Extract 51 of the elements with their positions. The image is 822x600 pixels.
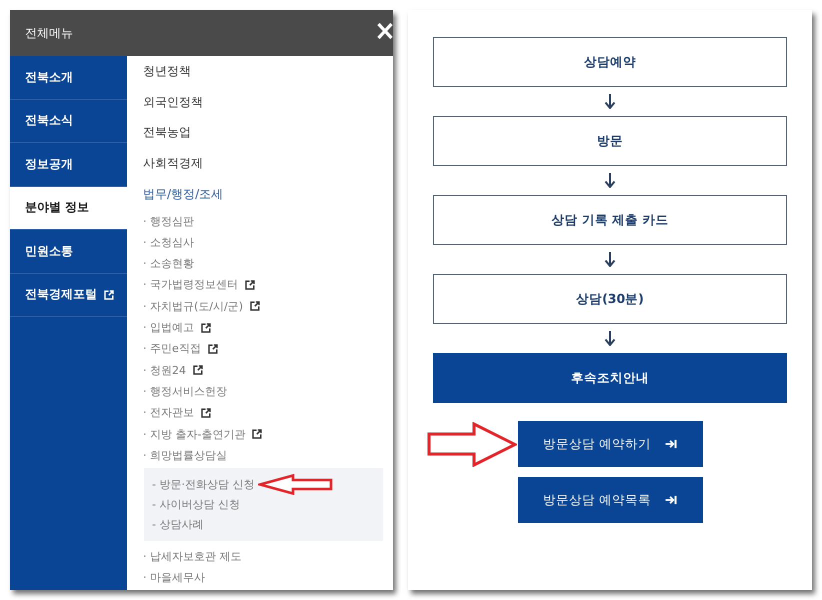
external-link-icon xyxy=(201,408,211,418)
sidebar-item[interactable]: 민원소통 xyxy=(10,230,127,274)
sidebar-item[interactable]: 분야별 정보 xyxy=(10,186,127,230)
submenu-link[interactable]: - 사이버상담 신청 xyxy=(152,496,240,512)
arrow-to-bar-icon xyxy=(665,495,677,505)
sidebar-item[interactable]: 전북소식 xyxy=(10,100,127,143)
submenu-link[interactable]: · 자치법규(도/시/군) xyxy=(143,298,260,314)
submenu-link[interactable]: · 지방 출자-출연기관 xyxy=(143,426,262,442)
close-button[interactable] xyxy=(377,22,393,40)
down-arrow-icon xyxy=(604,252,616,267)
flow-step: 후속조치안내 xyxy=(433,353,787,403)
submenu-link[interactable]: · 소송현황 xyxy=(143,256,194,272)
down-arrow-icon xyxy=(604,94,616,109)
submenu-link[interactable]: · 행정서비스헌장 xyxy=(143,384,227,399)
submenu-link[interactable]: · 마을세무사 xyxy=(143,570,205,586)
submenu-link[interactable]: · 행정심판 xyxy=(143,214,194,229)
menu-link[interactable]: 법무/행정/조세 xyxy=(143,178,224,210)
flow-step: 상담예약 xyxy=(433,37,787,87)
external-link-icon xyxy=(252,429,262,440)
menu-link[interactable]: 청년정책 xyxy=(143,56,191,87)
reservation-button[interactable]: 방문상담 예약목록 xyxy=(518,477,702,523)
flow-step: 상담(30분) xyxy=(433,274,787,324)
reservation-button[interactable]: 방문상담 예약하기 xyxy=(518,421,702,467)
submenu-link[interactable]: · 소청심사 xyxy=(143,234,194,250)
external-link-icon xyxy=(193,365,203,376)
flow-step: 방문 xyxy=(433,116,787,166)
external-link-icon xyxy=(208,344,218,354)
menu-link[interactable]: 외국인정책 xyxy=(143,86,203,118)
down-arrow-icon xyxy=(604,331,616,346)
sidebar-item[interactable]: 전북경제포털 xyxy=(10,274,127,317)
external-link-icon xyxy=(104,290,114,300)
submenu-link[interactable]: · 주민e직접 xyxy=(143,341,218,356)
submenu-link[interactable]: - 방문·전화상담 신청 xyxy=(152,476,254,492)
sidebar-item[interactable]: 전북소개 xyxy=(10,56,127,100)
external-link-icon xyxy=(245,280,255,290)
menu-title: 전체메뉴 xyxy=(25,24,73,42)
close-icon xyxy=(377,22,393,40)
submenu-link[interactable]: - 상담사례 xyxy=(152,516,204,532)
menu-link[interactable]: 사회적경제 xyxy=(143,148,203,179)
submenu-link[interactable]: · 입법예고 xyxy=(143,320,211,336)
submenu-link[interactable]: · 희망법률상담실 xyxy=(143,448,227,463)
arrow-to-bar-icon xyxy=(665,439,677,449)
menu-link[interactable]: 전북농업 xyxy=(143,117,191,148)
external-link-icon xyxy=(250,301,260,312)
submenu-link[interactable]: · 전자관보 xyxy=(143,405,211,420)
submenu-link[interactable]: · 납세자보호관 제도 xyxy=(143,549,242,564)
submenu-link[interactable]: · 청원24 xyxy=(143,362,203,378)
flow-step: 상담 기록 제출 카드 xyxy=(433,195,787,245)
submenu-link[interactable]: · 국가법령정보센터 xyxy=(143,277,255,292)
down-arrow-icon xyxy=(604,173,616,188)
external-link-icon xyxy=(201,322,211,333)
